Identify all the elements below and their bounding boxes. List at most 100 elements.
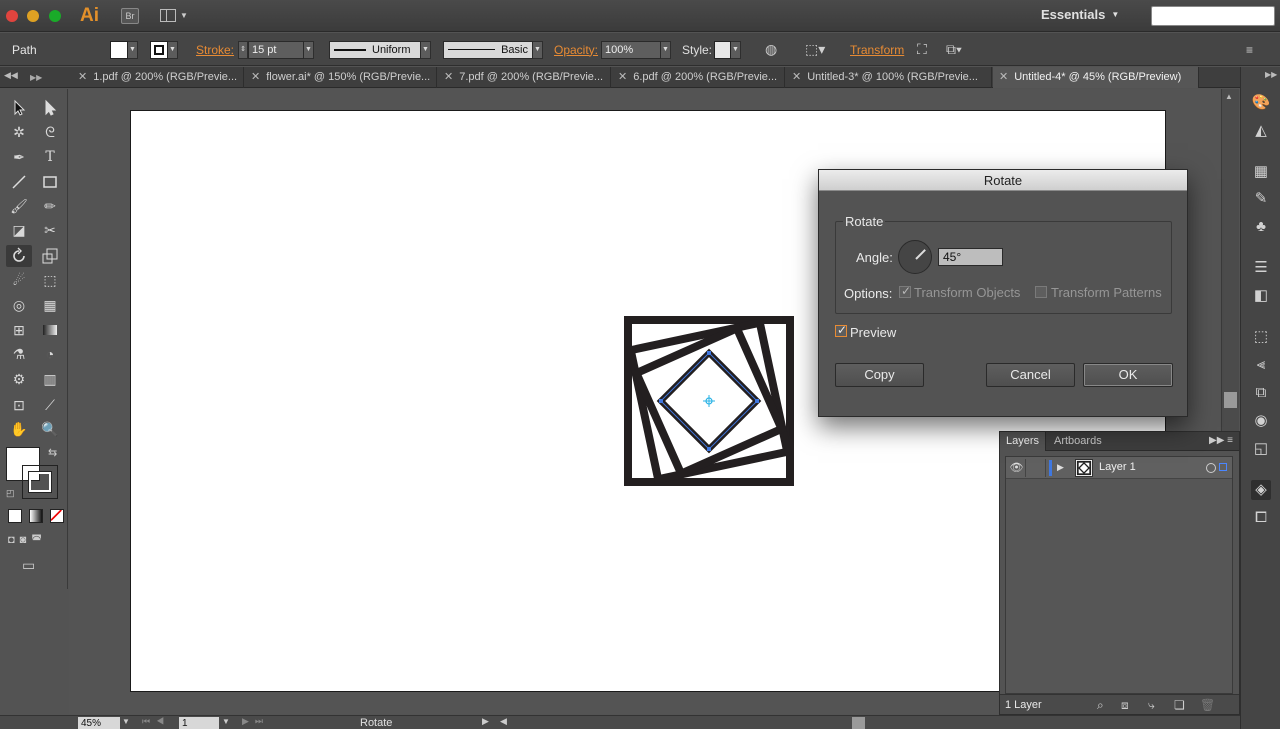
workspace-switcher[interactable]: Essentials ▼: [1041, 7, 1119, 25]
tab-untitled-3[interactable]: ✕ Untitled-3* @ 100% (RGB/Previe...: [786, 67, 992, 88]
lock-toggle[interactable]: [1028, 459, 1046, 477]
pen-tool-icon[interactable]: ✒: [6, 146, 32, 168]
graphic-style-control[interactable]: ▼: [714, 33, 741, 66]
variable-width-profile[interactable]: Uniform ▼: [329, 33, 431, 66]
color-panel-icon[interactable]: 🎨: [1251, 93, 1271, 113]
gradient-tool-icon[interactable]: [37, 319, 63, 341]
lasso-tool-icon[interactable]: ᘓ: [37, 121, 63, 143]
expand-triangle-icon[interactable]: ▶: [1057, 462, 1064, 473]
brush-preview[interactable]: Basic: [443, 40, 533, 59]
stroke-swatch[interactable]: [150, 40, 168, 59]
cancel-button[interactable]: Cancel: [986, 363, 1075, 387]
close-window-button[interactable]: [6, 10, 18, 22]
close-icon[interactable]: ✕: [78, 71, 87, 83]
pencil-tool-icon[interactable]: ✏: [37, 195, 63, 217]
transform-panel-icon[interactable]: ⬚: [1251, 327, 1271, 347]
close-icon[interactable]: ✕: [251, 71, 260, 83]
chevron-down-icon[interactable]: ▼: [533, 40, 543, 59]
status-menu-icon[interactable]: ▶: [482, 716, 489, 727]
gradient-panel-icon[interactable]: ◧: [1251, 286, 1271, 306]
locate-object-icon[interactable]: ⌕: [1097, 698, 1104, 713]
scroll-thumb[interactable]: [1224, 392, 1237, 408]
swap-colors-icon[interactable]: ⇆: [48, 446, 57, 459]
panel-menu-icon[interactable]: ▶▶ ≡: [1209, 435, 1233, 446]
type-tool-icon[interactable]: T: [37, 146, 63, 168]
minimize-window-button[interactable]: [27, 10, 39, 22]
new-sublayer-icon[interactable]: ⤷: [1148, 698, 1155, 713]
stroke-weight-control[interactable]: ⇕ 15 pt ▼: [238, 33, 314, 66]
style-swatch[interactable]: [714, 40, 731, 59]
chevron-down-icon[interactable]: ▼: [661, 40, 671, 59]
brushes-panel-icon[interactable]: ✎: [1251, 189, 1271, 209]
rotate-tool-icon[interactable]: [6, 245, 32, 267]
next-artboard-icons[interactable]: ▶⏭: [242, 716, 269, 727]
transform-link[interactable]: Transform: [850, 33, 904, 66]
align-panel-icon[interactable]: ⫷: [1251, 355, 1271, 375]
collapse-tools-icon[interactable]: ▶▶: [30, 73, 42, 82]
close-icon[interactable]: ✕: [999, 71, 1008, 83]
opacity-label[interactable]: Opacity:: [554, 33, 598, 66]
drawing-mode-icons[interactable]: ◘◙◚: [8, 533, 64, 549]
artboard-tool-icon[interactable]: ⊡: [6, 394, 32, 416]
blob-brush-tool-icon[interactable]: ◪: [6, 219, 32, 241]
chevron-down-icon[interactable]: ▼: [168, 40, 178, 59]
current-tool-status[interactable]: Rotate: [360, 716, 392, 729]
pathfinder-panel-icon[interactable]: ⧉: [1251, 383, 1271, 403]
stroke-panel-icon[interactable]: ☰: [1251, 258, 1271, 278]
opacity-control[interactable]: 100% ▼: [601, 33, 671, 66]
tab-1-pdf[interactable]: ✕ 1.pdf @ 200% (RGB/Previe...: [72, 67, 244, 88]
paintbrush-tool-icon[interactable]: 🖌: [6, 195, 32, 217]
layer-name[interactable]: Layer 1: [1099, 461, 1136, 473]
layer-row[interactable]: 👁 ▶ Layer 1: [1006, 457, 1232, 479]
transform-objects-checkbox[interactable]: [899, 284, 911, 298]
prev-artboard-icons[interactable]: ⏮◀: [142, 716, 170, 727]
stroke-label[interactable]: Stroke:: [196, 33, 234, 66]
line-tool-icon[interactable]: [6, 171, 32, 193]
none-mode-button[interactable]: [50, 509, 64, 523]
stroke-weight-input[interactable]: 15 pt: [248, 40, 304, 59]
tab-untitled-4[interactable]: ✕ Untitled-4* @ 45% (RGB/Preview): [993, 67, 1199, 88]
chevron-down-icon[interactable]: ▼: [222, 717, 230, 726]
transform-patterns-checkbox[interactable]: [1035, 286, 1047, 298]
close-icon[interactable]: ✕: [618, 71, 627, 83]
trash-icon[interactable]: 🗑: [1200, 698, 1215, 712]
scissors-tool-icon[interactable]: ✂: [37, 219, 63, 241]
zoom-tool-icon[interactable]: 🔍: [37, 418, 63, 440]
preview-checkbox[interactable]: [835, 323, 847, 337]
scroll-left-icon[interactable]: ◀: [500, 716, 507, 727]
rotate-origin-icon[interactable]: [703, 395, 715, 407]
layers-panel-icon[interactable]: ◈: [1251, 480, 1271, 500]
tab-6-pdf[interactable]: ✕ 6.pdf @ 200% (RGB/Previe...: [612, 67, 785, 88]
appearance-panel-icon[interactable]: ◉: [1251, 411, 1271, 431]
eyedropper-tool-icon[interactable]: ⚗: [6, 343, 32, 365]
chevron-down-icon[interactable]: ▼: [122, 717, 130, 726]
stroke-swatch-large[interactable]: [22, 465, 58, 499]
chevron-down-icon[interactable]: ▼: [304, 40, 314, 59]
graphic-styles-icon[interactable]: ◱: [1251, 439, 1271, 459]
collapse-dock-icon[interactable]: ▶▶: [1265, 70, 1277, 79]
screen-mode-icon[interactable]: ▭: [22, 557, 35, 574]
fill-swatch[interactable]: [110, 40, 128, 59]
options-icon[interactable]: ⧉▾: [946, 33, 978, 66]
color-guide-icon[interactable]: ◭: [1251, 121, 1271, 141]
tab-7-pdf[interactable]: ✕ 7.pdf @ 200% (RGB/Previe...: [438, 67, 611, 88]
free-transform-tool-icon[interactable]: ⬚: [37, 269, 63, 291]
isolate-icon[interactable]: ⛶: [917, 33, 935, 66]
panel-menu-icon[interactable]: ≡: [1246, 33, 1264, 66]
search-input[interactable]: [1151, 6, 1275, 26]
zoom-window-button[interactable]: [49, 10, 61, 22]
opacity-input[interactable]: 100%: [601, 40, 661, 59]
chevron-down-icon[interactable]: ▼: [731, 40, 741, 59]
arrange-documents-button[interactable]: ▼: [160, 8, 188, 24]
artboard-number-field[interactable]: 1: [179, 717, 219, 729]
scale-tool-icon[interactable]: [37, 245, 63, 267]
symbols-panel-icon[interactable]: ♣: [1251, 217, 1271, 237]
perspective-grid-tool-icon[interactable]: ▦: [37, 294, 63, 316]
default-colors-icon[interactable]: ◰: [6, 488, 15, 499]
target-circle-icon[interactable]: [1206, 463, 1216, 473]
copy-button[interactable]: Copy: [835, 363, 924, 387]
mesh-tool-icon[interactable]: ⊞: [6, 319, 32, 341]
scroll-up-icon[interactable]: ▲: [1225, 92, 1233, 101]
zoom-level-field[interactable]: 45%: [78, 717, 120, 729]
rectangle-tool-icon[interactable]: [37, 171, 63, 193]
